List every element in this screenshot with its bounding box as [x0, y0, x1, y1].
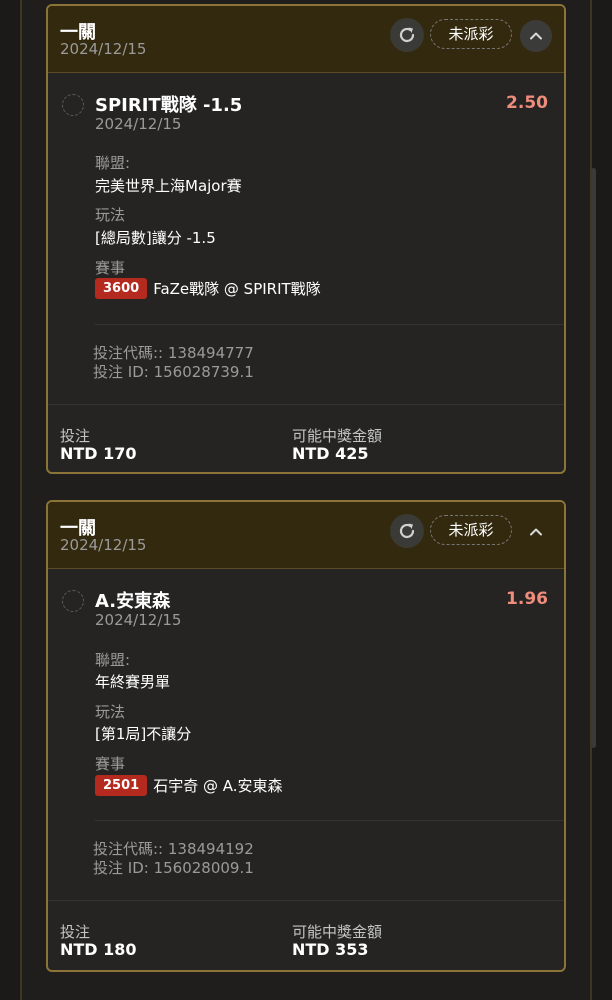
- status-badge: 未派彩: [430, 19, 512, 49]
- event-id-badge: 2501: [95, 775, 148, 796]
- refresh-button[interactable]: [390, 18, 424, 52]
- chevron-up-icon: [530, 528, 542, 536]
- scrollbar[interactable]: [591, 168, 596, 748]
- divider: [95, 820, 564, 821]
- bet-date: 2024/12/15: [60, 40, 147, 58]
- league-label: 聯盟:: [95, 154, 131, 172]
- bet-code: 投注代碼:: 138494777: [93, 344, 254, 362]
- selection-checkbox[interactable]: [62, 94, 84, 116]
- stake-value: NTD 180: [60, 940, 137, 959]
- status-badge: 未派彩: [430, 515, 512, 545]
- divider: [48, 900, 564, 901]
- refresh-icon: [399, 523, 415, 539]
- odds-value: 1.96: [506, 589, 548, 609]
- event-label: 賽事: [95, 259, 126, 277]
- chevron-up-icon: [530, 32, 542, 40]
- event-row: 3600 FaZe戰隊 @ SPIRIT戰隊: [95, 278, 321, 299]
- stake-value: NTD 170: [60, 444, 137, 463]
- stake-label: 投注: [60, 427, 91, 445]
- divider: [48, 404, 564, 405]
- divider: [95, 324, 564, 325]
- event-row: 2501 石宇奇 @ A.安東森: [95, 775, 283, 796]
- collapse-button[interactable]: [520, 516, 552, 548]
- bet-card: 一關 2024/12/15 未派彩 A.安東森 2024/12/15 1.96 …: [46, 500, 566, 972]
- refresh-button[interactable]: [390, 514, 424, 548]
- event-name: 石宇奇 @ A.安東森: [153, 777, 283, 795]
- payout-label: 可能中獎金額: [292, 923, 383, 941]
- bet-date: 2024/12/15: [60, 536, 147, 554]
- selection-checkbox[interactable]: [62, 590, 84, 612]
- bet-card: 一關 2024/12/15 未派彩 SPIRIT戰隊 -1.5 2024/12/…: [46, 4, 566, 474]
- collapse-button[interactable]: [520, 20, 552, 52]
- league-value: 完美世界上海Major賽: [95, 177, 242, 195]
- bet-id: 投注 ID: 156028009.1: [93, 859, 254, 877]
- bet-card-header[interactable]: 一關 2024/12/15 未派彩: [48, 502, 564, 569]
- event-name: FaZe戰隊 @ SPIRIT戰隊: [153, 280, 321, 298]
- payout-value: NTD 353: [292, 940, 369, 959]
- bet-card-header[interactable]: 一關 2024/12/15 未派彩: [48, 6, 564, 73]
- payout-value: NTD 425: [292, 444, 369, 463]
- market-label: 玩法: [95, 703, 126, 721]
- league-label: 聯盟:: [95, 651, 131, 669]
- selection-name: SPIRIT戰隊 -1.5: [95, 95, 243, 116]
- selection-date: 2024/12/15: [95, 611, 182, 629]
- event-label: 賽事: [95, 755, 126, 773]
- selection-name: A.安東森: [95, 591, 171, 612]
- league-value: 年終賽男單: [95, 673, 171, 691]
- stake-label: 投注: [60, 923, 91, 941]
- event-id-badge: 3600: [95, 278, 148, 299]
- refresh-icon: [399, 27, 415, 43]
- odds-value: 2.50: [506, 93, 548, 113]
- selection-date: 2024/12/15: [95, 115, 182, 133]
- market-value: [第1局]不讓分: [95, 725, 192, 743]
- payout-label: 可能中獎金額: [292, 427, 383, 445]
- market-value: [總局數]讓分 -1.5: [95, 229, 216, 247]
- bet-code: 投注代碼:: 138494192: [93, 840, 254, 858]
- bet-id: 投注 ID: 156028739.1: [93, 363, 254, 381]
- market-label: 玩法: [95, 206, 126, 224]
